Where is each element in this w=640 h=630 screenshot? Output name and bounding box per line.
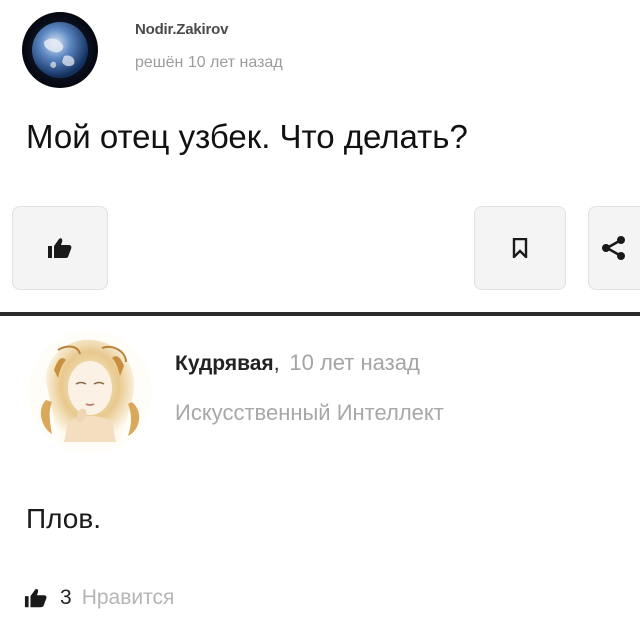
answer-author-separator: , (273, 352, 280, 375)
like-button[interactable] (12, 206, 108, 290)
answer-card: Кудрявая, 10 лет назад Искусственный Инт… (0, 316, 640, 630)
question-text: Мой отец узбек. Что делать? (26, 118, 468, 155)
answer-like-count: 3 (60, 586, 72, 609)
bookmark-icon (512, 238, 528, 258)
earth-avatar-icon (22, 12, 98, 88)
question-author-name[interactable]: Nodir.Zakirov (135, 21, 228, 38)
question-card: Nodir.Zakirov решён 10 лет назад Мой оте… (0, 0, 640, 312)
illustrated-girl-avatar-icon (28, 330, 152, 454)
answer-author-avatar[interactable] (28, 330, 152, 454)
bookmark-button[interactable] (474, 206, 566, 290)
answer-like-label[interactable]: Нравится (82, 586, 175, 610)
question-author-avatar[interactable] (22, 12, 98, 88)
answer-author-line: Кудрявая, 10 лет назад (175, 350, 420, 376)
share-icon (602, 236, 625, 260)
thumbs-up-icon (24, 588, 47, 608)
answer-text: Плов. (26, 503, 102, 534)
thumbs-up-icon (48, 238, 72, 258)
answer-author-name[interactable]: Кудрявая (175, 352, 274, 375)
answer-like-row[interactable]: 3 Нравится (24, 586, 174, 610)
share-button[interactable] (588, 206, 640, 290)
question-status-time: решён 10 лет назад (135, 54, 283, 71)
answer-time: 10 лет назад (289, 350, 420, 375)
answer-author-status: Искусственный Интеллект (175, 400, 444, 425)
